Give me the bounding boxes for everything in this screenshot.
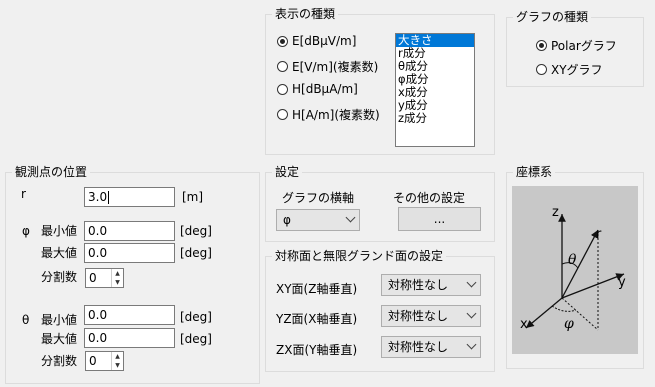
list-item[interactable]: z成分 [396, 112, 474, 125]
spin-up-icon[interactable]: ▲ [112, 269, 123, 278]
y-axis-label: y [618, 275, 626, 290]
chevron-down-icon [466, 277, 477, 288]
theta-max-input[interactable]: 0.0 [84, 328, 175, 348]
x-axis-label: x [520, 317, 528, 332]
phi-div-spinner[interactable]: 0 ▲ ▼ [85, 268, 124, 288]
phi-max-input[interactable]: 0.0 [84, 243, 175, 263]
radio-label: Polarグラフ [551, 39, 617, 53]
r-value: 3.0 [88, 190, 108, 204]
radio-h-dbua[interactable]: H[dBμA/m] [277, 82, 358, 96]
radio-indicator[interactable] [536, 40, 547, 51]
theta-min-input[interactable]: 0.0 [84, 305, 175, 325]
other-settings-button-label: ... [433, 212, 446, 226]
theta-max-value: 0.0 [88, 331, 108, 345]
symmetry-xy-label: XY面(Z軸垂直) [276, 282, 358, 296]
symmetry-xy-select[interactable]: 対称性なし [381, 274, 481, 296]
radio-e-complex[interactable]: E[V/m](複素数) [277, 58, 378, 75]
symmetry-yz-value: 対称性なし [388, 309, 449, 323]
phi-min-unit: [deg] [180, 224, 212, 238]
theta-div-label: 分割数 [41, 354, 78, 368]
other-settings-label: その他の設定 [393, 191, 466, 205]
component-listbox[interactable]: 大きさ r成分 θ成分 φ成分 x成分 y成分 z成分 [395, 33, 475, 147]
observation-title: 観測点の位置 [12, 165, 91, 179]
radio-indicator[interactable] [277, 61, 288, 72]
symmetry-yz-select[interactable]: 対称性なし [381, 305, 481, 327]
display-type-title: 表示の種類 [272, 7, 339, 21]
chevron-down-icon [466, 308, 477, 319]
radio-indicator[interactable] [277, 35, 288, 47]
phi-min-value: 0.0 [88, 224, 108, 238]
theta-max-unit: [deg] [180, 332, 212, 346]
r-label-diagram: r [596, 227, 602, 242]
theta-min-label: 最小値 [41, 313, 78, 327]
theta-min-unit: [deg] [180, 310, 212, 324]
phi-div-label: 分割数 [41, 270, 78, 284]
theta-max-label: 最大値 [41, 332, 78, 346]
other-settings-button[interactable]: ... [398, 207, 481, 231]
radio-label: E[dBμV/m] [292, 34, 357, 48]
theta-div-value: 0 [89, 354, 97, 368]
symmetry-zx-value: 対称性なし [388, 340, 449, 354]
symmetry-xy-value: 対称性なし [388, 278, 449, 292]
symmetry-yz-label: YZ面(X軸垂直) [276, 312, 358, 326]
radio-polar[interactable]: Polarグラフ [536, 37, 617, 54]
chevron-down-icon [345, 212, 356, 223]
radio-label: H[A/m](複素数) [292, 108, 380, 122]
r-input[interactable]: 3.0 [84, 187, 175, 207]
coordinate-diagram: z y x r θ φ [512, 186, 638, 354]
phi-min-label: 最小値 [41, 224, 78, 238]
r-unit: [m] [182, 190, 204, 204]
spin-up-icon[interactable]: ▲ [112, 352, 123, 361]
spin-down-icon[interactable]: ▼ [112, 361, 123, 370]
radio-indicator[interactable] [536, 64, 547, 75]
theta-symbol: θ [22, 313, 30, 327]
phi-div-value: 0 [89, 271, 97, 285]
radio-h-complex[interactable]: H[A/m](複素数) [277, 106, 380, 123]
symmetry-zx-select[interactable]: 対称性なし [381, 336, 481, 358]
z-axis-label: z [552, 205, 559, 220]
phi-max-unit: [deg] [180, 246, 212, 260]
r-label: r [21, 187, 26, 201]
horizontal-axis-value: φ [283, 213, 291, 227]
radio-label: E[V/m](複素数) [292, 60, 379, 74]
horizontal-axis-select[interactable]: φ [276, 209, 360, 231]
radio-xy[interactable]: XYグラフ [536, 61, 603, 78]
spin-down-icon[interactable]: ▼ [112, 278, 123, 287]
phi-min-input[interactable]: 0.0 [84, 221, 175, 241]
radio-indicator[interactable] [277, 109, 288, 120]
horizontal-axis-label: グラフの横軸 [282, 191, 355, 205]
phi-max-label: 最大値 [41, 246, 78, 260]
graph-type-title: グラフの種類 [513, 10, 592, 24]
phi-label-diagram: φ [564, 316, 574, 332]
phi-symbol: φ [22, 224, 30, 238]
radio-label: XYグラフ [551, 63, 603, 77]
radio-indicator[interactable] [277, 83, 288, 95]
settings-title: 設定 [272, 165, 303, 179]
theta-label-diagram: θ [568, 252, 577, 268]
radio-e-dbuv[interactable]: E[dBμV/m] [277, 34, 356, 48]
coord-system-title: 座標系 [513, 165, 556, 179]
theta-min-value: 0.0 [88, 308, 108, 322]
symmetry-title: 対称面と無限グランド面の設定 [272, 249, 447, 263]
symmetry-zx-label: ZX面(Y軸垂直) [276, 343, 358, 357]
radio-label: H[dBμA/m] [292, 82, 358, 96]
theta-div-spinner[interactable]: 0 ▲ ▼ [85, 351, 124, 371]
chevron-down-icon [466, 339, 477, 350]
phi-max-value: 0.0 [88, 246, 108, 260]
